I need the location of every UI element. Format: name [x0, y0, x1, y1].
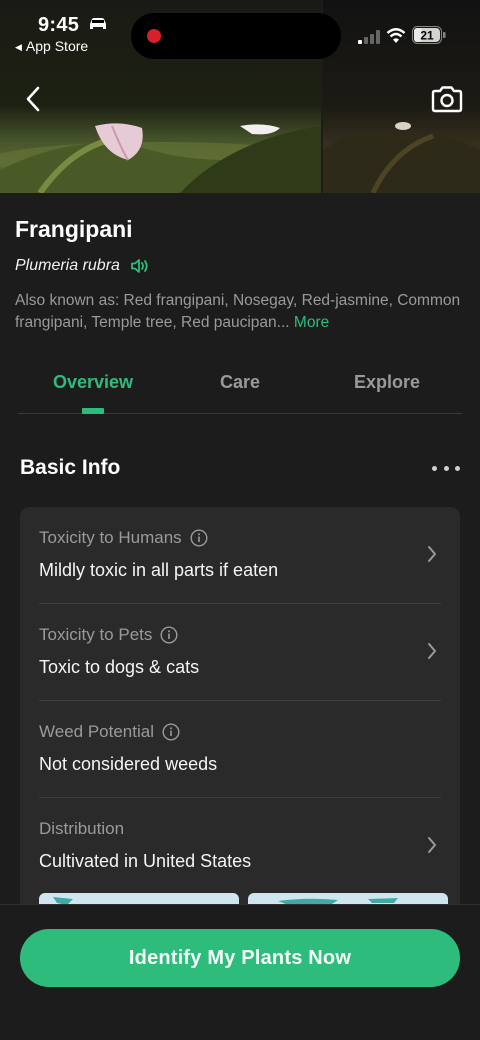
info-row-label: Toxicity to Pets [39, 625, 178, 645]
info-row-value: Not considered weeds [39, 754, 218, 774]
signal-icon [358, 30, 380, 44]
more-dots-icon[interactable] [432, 466, 460, 474]
status-time: 9:45 [38, 14, 80, 36]
info-row-label-text: Toxicity to Pets [39, 625, 153, 644]
plant-detail-screen: 9:45 ◀ App Store 21 Frangipani Plumeria … [0, 0, 480, 1040]
plant-scientific-name: Plumeria rubra [15, 257, 120, 274]
scientific-name-row: Plumeria rubra [15, 256, 150, 276]
info-row-label-text: Distribution [39, 819, 125, 838]
dynamic-island [131, 13, 341, 59]
tab-bar: Overview Care Explore [18, 362, 462, 414]
camera-icon[interactable] [430, 84, 464, 114]
back-triangle-icon: ◀ [15, 42, 22, 52]
status-bar: 9:45 ◀ App Store 21 [0, 0, 480, 62]
more-link[interactable]: More [294, 314, 329, 331]
info-row-value: Mildly toxic in all parts if eaten [39, 560, 279, 580]
battery-icon: 21 [412, 26, 446, 44]
info-row-label: Weed Potential [39, 722, 180, 742]
chevron-right-icon[interactable] [427, 642, 437, 660]
info-row-label: Toxicity to Humans [39, 528, 208, 548]
info-icon[interactable] [190, 529, 208, 547]
bottom-action-bar: Identify My Plants Now [0, 904, 480, 1040]
info-icon[interactable] [162, 723, 180, 741]
back-to-app-store-link[interactable]: ◀ App Store [15, 38, 88, 54]
chevron-right-icon[interactable] [427, 836, 437, 854]
info-row-toxicity-pets[interactable]: Toxicity to Pets Toxic to dogs & cats [39, 604, 441, 701]
info-row-distribution[interactable]: Distribution Cultivated in United States [39, 798, 441, 895]
back-app-label: App Store [25, 38, 89, 54]
also-known-as-text: Also known as: Red frangipani, Nosegay, … [15, 290, 465, 334]
chevron-right-icon[interactable] [427, 545, 437, 563]
info-row-value: Toxic to dogs & cats [39, 657, 200, 677]
dot [455, 466, 460, 471]
battery-level: 21 [420, 29, 434, 43]
tab-overview[interactable]: Overview [18, 372, 168, 393]
tab-care[interactable]: Care [166, 372, 314, 393]
active-tab-indicator [82, 408, 104, 414]
info-row-label: Distribution [39, 819, 124, 839]
recording-indicator-icon [147, 29, 161, 43]
back-chevron-icon[interactable] [20, 84, 48, 114]
identify-plants-button[interactable]: Identify My Plants Now [20, 929, 460, 987]
speaker-icon[interactable] [130, 258, 150, 274]
basic-info-card: Toxicity to Humans Mildly toxic in all p… [20, 507, 460, 927]
car-icon [90, 18, 106, 29]
wifi-icon [386, 28, 406, 43]
tab-explore[interactable]: Explore [312, 372, 462, 393]
info-row-label-text: Toxicity to Humans [39, 528, 182, 547]
info-row-toxicity-humans[interactable]: Toxicity to Humans Mildly toxic in all p… [39, 507, 441, 604]
info-row-value: Cultivated in United States [39, 851, 252, 871]
info-row-weed-potential: Weed Potential Not considered weeds [39, 701, 441, 798]
plant-common-name: Frangipani [15, 216, 133, 242]
info-icon[interactable] [160, 626, 178, 644]
dot [432, 466, 437, 471]
dot [443, 466, 449, 471]
info-row-label-text: Weed Potential [39, 722, 154, 741]
basic-info-title: Basic Info [20, 456, 121, 479]
also-known-as-names: Also known as: Red frangipani, Nosegay, … [15, 292, 461, 331]
